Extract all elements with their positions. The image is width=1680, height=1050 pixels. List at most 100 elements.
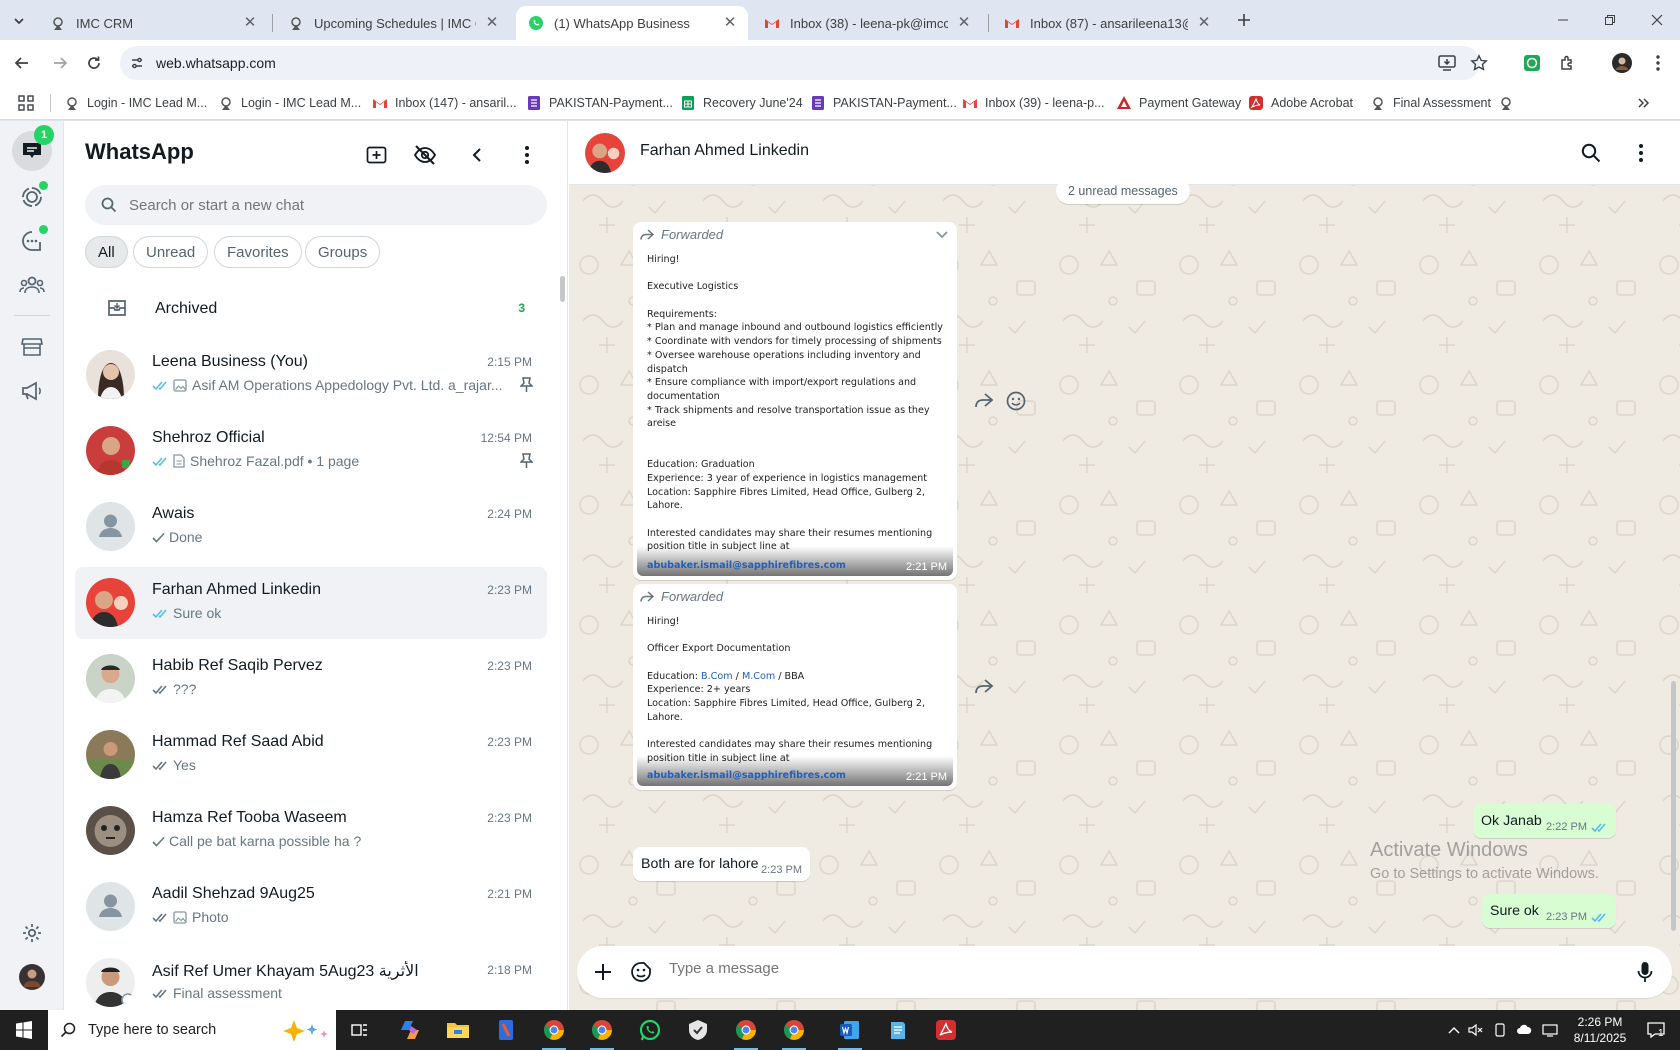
close-window-button[interactable] [1634, 0, 1680, 40]
rail-status-button[interactable] [12, 177, 52, 217]
back-button[interactable] [8, 49, 36, 77]
tab-inbox-ansarileena[interactable]: Inbox (87) - ansarileena13@gm ✕ [992, 6, 1222, 40]
taskbar-app-shield[interactable] [678, 1014, 718, 1046]
network-button[interactable] [1540, 1020, 1560, 1040]
conversation-menu-button[interactable] [1625, 137, 1657, 169]
sticker-emoji-button[interactable] [627, 958, 655, 986]
new-chat-button[interactable] [361, 139, 393, 171]
minimize-window-button[interactable] [1540, 0, 1586, 40]
filter-favorites[interactable]: Favorites [214, 236, 302, 268]
conversation-header[interactable]: Farhan Ahmed Linkedin [569, 121, 1680, 185]
bookmark-login-imc-2[interactable]: Login - IMC Lead M... [218, 93, 361, 113]
restore-window-button[interactable] [1587, 0, 1633, 40]
bookmark-inbox-39[interactable]: Inbox (39) - leena-p... [962, 93, 1105, 113]
notification-center-button[interactable]: 1 [1644, 1020, 1668, 1040]
close-tab-icon[interactable]: ✕ [722, 15, 738, 31]
tab-inbox-leena[interactable]: Inbox (38) - leena-pk@imccerti ✕ [752, 6, 982, 40]
tab-search-button[interactable] [8, 10, 30, 32]
rail-catalog-button[interactable] [12, 327, 52, 367]
filter-groups[interactable]: Groups [305, 236, 381, 268]
tab-upcoming-schedules[interactable]: Upcoming Schedules | IMC Cer ✕ [276, 6, 510, 40]
bookmark-login-imc-1[interactable]: Login - IMC Lead M... [64, 93, 207, 113]
more-bookmarks-icon[interactable] [1636, 96, 1650, 110]
tab-imc-crm[interactable]: IMC CRM ✕ [38, 6, 268, 40]
chat-row-aadil-shehzad[interactable]: Aadil Shehzad 9Aug25 2:21 PM Photo [75, 871, 547, 943]
extension-whatsapp-button[interactable] [1518, 49, 1546, 77]
chat-row-farhan-ahmed[interactable]: Farhan Ahmed Linkedin 2:23 PM Sure ok [75, 567, 547, 639]
bookmark-payment-gateway[interactable]: Payment Gateway [1116, 93, 1241, 113]
device-tray-icon-button[interactable] [1490, 1020, 1510, 1040]
taskbar-chrome-4[interactable] [774, 1014, 814, 1050]
bookmark-inbox-147[interactable]: Inbox (147) - ansaril... [372, 93, 517, 113]
degree-link[interactable]: M.Com [742, 671, 775, 682]
chat-row-shehroz-official[interactable]: Shehroz Official 12:54 PM Shehroz Fazal.… [75, 415, 547, 487]
rail-advertise-button[interactable] [12, 371, 52, 411]
task-view-button[interactable] [340, 1014, 380, 1046]
chat-row-leena-business[interactable]: Leena Business (You) 2:15 PM Asif AM Ope… [75, 339, 547, 411]
message-forwarded-job-1[interactable]: Forwarded Hiring! Executive Logistics Requ… [633, 222, 957, 580]
rail-settings-button[interactable] [12, 913, 52, 953]
start-button[interactable] [4, 1014, 44, 1046]
chat-list-scrollbar[interactable] [560, 276, 565, 302]
bookmark-star-icon[interactable] [1470, 54, 1488, 72]
message-outgoing-ok-janab[interactable]: Ok Janab 2:22 PM [1473, 804, 1616, 838]
tray-overflow-button[interactable] [1444, 1020, 1464, 1040]
collapse-panel-button[interactable] [461, 139, 493, 171]
bookmark-recovery-june[interactable]: Recovery June'24 [680, 93, 803, 113]
profile-button[interactable] [1608, 49, 1636, 77]
taskbar-chrome-3[interactable] [726, 1014, 766, 1050]
rail-chats-button[interactable]: 1 [12, 125, 54, 171]
message-incoming-both-lahore[interactable]: Both are for lahore 2:23 PM [633, 847, 810, 881]
filter-all[interactable]: All [85, 236, 128, 268]
taskbar-word[interactable] [830, 1014, 870, 1050]
search-messages-button[interactable] [1575, 137, 1607, 169]
chat-row-hamza-ref[interactable]: Hamza Ref Tooba Waseem 2:23 PM Call pe b… [75, 795, 547, 867]
taskbar-notepad[interactable] [878, 1014, 918, 1046]
react-emoji-button[interactable] [1002, 387, 1030, 415]
search-input[interactable] [129, 196, 529, 214]
rail-communities-button[interactable] [12, 265, 52, 305]
address-bar[interactable]: web.whatsapp.com [120, 46, 1488, 80]
conversation-scrollbar[interactable] [1671, 681, 1676, 931]
attach-button[interactable] [589, 958, 617, 986]
cloud-tray-icon-button[interactable] [1514, 1020, 1534, 1040]
taskbar-chrome-1[interactable] [534, 1014, 574, 1050]
forward-message-button[interactable] [970, 387, 998, 415]
forward-button[interactable] [46, 49, 74, 77]
sidebar-menu-button[interactable] [511, 139, 543, 171]
job-post-image[interactable]: Hiring! Officer Export Documentation Edu… [637, 609, 953, 786]
taskbar-clock[interactable]: 2:26 PM 8/11/2025 [1560, 1014, 1640, 1046]
bookmark-imc-extra[interactable] [1498, 93, 1521, 113]
message-forwarded-job-2[interactable]: Forwarded Hiring! Officer Export Documen… [633, 584, 957, 790]
extensions-button[interactable] [1554, 49, 1582, 77]
browser-menu-button[interactable] [1644, 49, 1672, 77]
taskbar-acrobat[interactable] [926, 1014, 966, 1046]
degree-link[interactable]: B.Com [701, 671, 733, 682]
bookmark-final-assessment[interactable]: Final Assessment [1370, 93, 1491, 113]
taskbar-app-pen[interactable] [486, 1014, 526, 1046]
taskbar-whatsapp[interactable] [630, 1014, 670, 1046]
close-tab-icon[interactable]: ✕ [242, 15, 258, 31]
site-info-icon[interactable] [130, 56, 144, 70]
message-input[interactable] [669, 960, 1569, 977]
taskbar-search-box[interactable]: Type here to search [48, 1010, 336, 1050]
chat-row-awais[interactable]: Awais 2:24 PM Done [75, 491, 547, 563]
message-outgoing-sure-ok[interactable]: Sure ok 2:23 PM [1482, 894, 1616, 928]
lock-screen-button[interactable] [409, 139, 441, 171]
bookmark-pakistan-payment-1[interactable]: PAKISTAN-Payment... [526, 93, 673, 113]
close-tab-icon[interactable]: ✕ [484, 15, 500, 31]
close-tab-icon[interactable]: ✕ [1196, 15, 1212, 31]
chat-row-habib-ref[interactable]: Habib Ref Saqib Pervez 2:23 PM ??? [75, 643, 547, 715]
voice-message-button[interactable] [1631, 958, 1659, 986]
archived-row[interactable]: Archived 3 [65, 281, 555, 341]
install-app-icon[interactable] [1438, 55, 1456, 71]
tab-whatsapp-business[interactable]: (1) WhatsApp Business ✕ [516, 6, 748, 40]
close-tab-icon[interactable]: ✕ [956, 15, 972, 31]
rail-profile-button[interactable] [12, 957, 52, 997]
bookmark-adobe-acrobat[interactable]: Adobe Acrobat [1248, 93, 1353, 113]
job-post-image[interactable]: Hiring! Executive Logistics Requirements: *… [637, 247, 953, 576]
taskbar-copilot[interactable] [390, 1014, 430, 1046]
rail-channels-button[interactable] [12, 221, 52, 261]
volume-button[interactable] [1466, 1020, 1486, 1040]
chevron-down-icon[interactable] [935, 230, 949, 240]
